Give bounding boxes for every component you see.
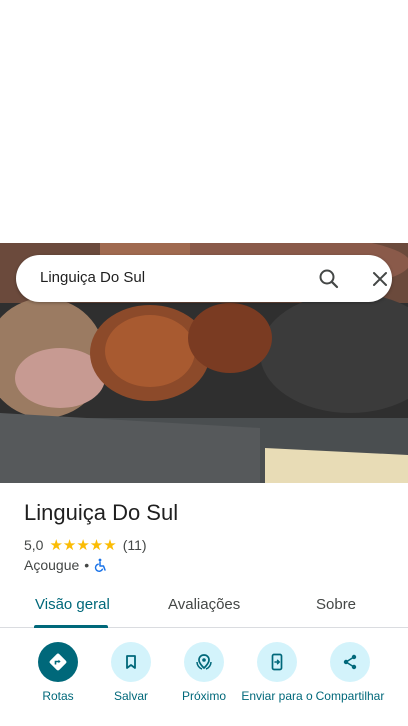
search-bar[interactable]: Linguiça Do Sul (16, 255, 392, 302)
action-buttons: Rotas Salvar Próximo Enviar para o Compa… (0, 640, 408, 726)
search-icon[interactable] (316, 266, 342, 292)
rating-value: 5,0 (24, 537, 44, 553)
nearby-icon (184, 642, 224, 682)
search-query[interactable]: Linguiça Do Sul (40, 269, 145, 286)
place-title: Linguiça Do Sul (24, 500, 179, 525)
share-button[interactable]: Compartilhar (310, 640, 390, 703)
separator-dot: • (84, 557, 90, 573)
map-area[interactable] (0, 0, 408, 243)
send-to-phone-label: Enviar para o (241, 689, 313, 703)
nearby-button[interactable]: Próximo (164, 640, 244, 703)
review-count[interactable]: (11) (123, 537, 147, 553)
tab-overview[interactable]: Visão geral (35, 596, 110, 613)
save-label: Salvar (113, 689, 148, 703)
tab-about[interactable]: Sobre (316, 596, 356, 613)
share-label: Compartilhar (315, 689, 385, 703)
wheelchair-accessible-icon[interactable] (94, 558, 108, 572)
category-row: Açougue • (24, 556, 108, 574)
tab-reviews[interactable]: Avaliações (168, 596, 240, 613)
send-to-phone-icon (257, 642, 297, 682)
directions-label: Rotas (42, 689, 74, 703)
share-icon (330, 642, 370, 682)
nearby-label: Próximo (181, 689, 226, 703)
place-category[interactable]: Açougue (24, 557, 79, 573)
close-icon[interactable] (367, 266, 393, 292)
save-button[interactable]: Salvar (91, 640, 171, 703)
star-rating-icon: ★★★★★ (49, 537, 117, 554)
place-tabs: Visão geral Avaliações Sobre (0, 584, 408, 628)
directions-icon (38, 642, 78, 682)
active-tab-indicator (34, 625, 108, 628)
bookmark-icon (111, 642, 151, 682)
rating-row[interactable]: 5,0 ★★★★★ (11) (24, 536, 147, 554)
directions-button[interactable]: Rotas (18, 640, 98, 703)
send-to-phone-button[interactable]: Enviar para o (237, 640, 317, 703)
